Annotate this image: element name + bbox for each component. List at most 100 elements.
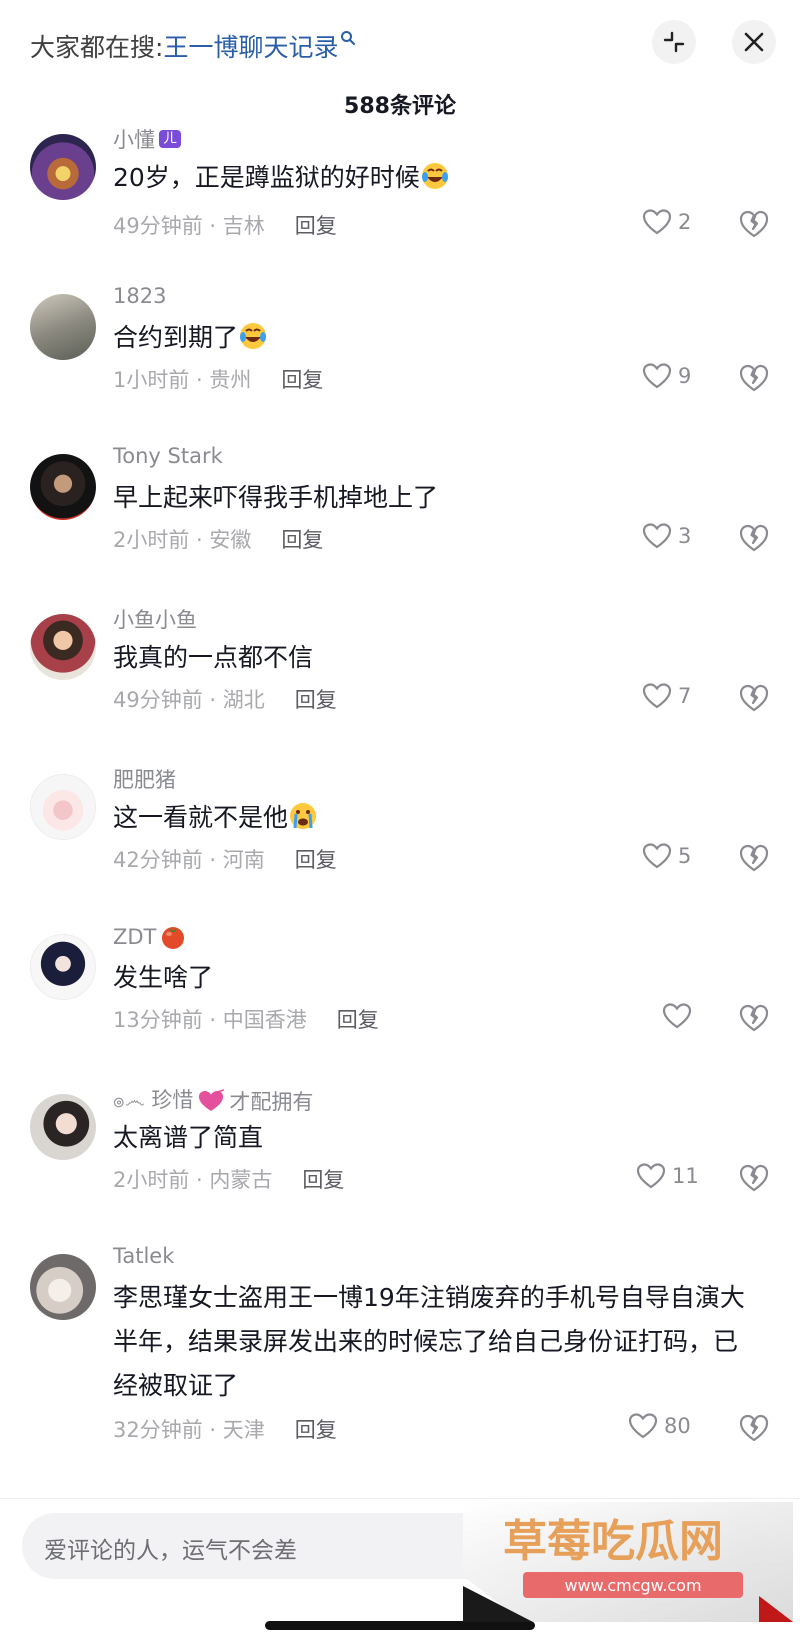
comment-text: 合约到期了 [113,316,753,360]
heart-icon [642,683,672,709]
comment-text: 这一看就不是他 [113,796,753,840]
comment-text: 发生啥了 [113,963,214,992]
crying-face-emoji-icon [290,803,317,829]
comment-count: 588条评论 [344,94,456,119]
comment-item: Tony Stark 早上起来吓得我手机掉地上了 2小时前 · 安徽 回复 3 [0,444,800,608]
broken-heart-icon[interactable] [738,1412,770,1444]
reply-button[interactable]: 回复 [295,1418,337,1442]
like-button[interactable]: 11 [636,1162,699,1190]
reply-button[interactable]: 回复 [295,688,337,712]
avatar[interactable] [30,134,96,200]
avatar[interactable] [30,454,96,520]
like-button[interactable]: 7 [642,682,691,710]
like-count: 3 [678,524,692,548]
comment-item: ၜ෴ 珍惜 才配拥有 太离谱了简直 2小时前 · 内蒙古 回复 11 [0,1088,800,1248]
like-button[interactable] [662,1002,692,1030]
search-query-link[interactable]: 王一博聊天记录 [163,33,338,62]
heart-emoji-icon [199,1089,225,1111]
search-icon [341,31,356,45]
laugh-cry-emoji-icon [240,323,267,349]
heart-icon [662,1003,692,1029]
user-badge: ㄦ [159,130,181,148]
comment-meta: 1小时前 · 贵州 回复 [113,368,324,392]
username[interactable]: ၜ෴ 珍惜 才配拥有 [113,1084,313,1118]
comment-meta: 49分钟前 · 湖北 回复 [113,688,337,712]
broken-heart-icon[interactable] [738,842,770,874]
broken-heart-icon[interactable] [738,682,770,714]
avatar[interactable] [30,614,96,680]
comment-item: 小鱼小鱼 我真的一点都不信 49分钟前 · 湖北 回复 7 [0,608,800,768]
comment-item: ZDT 发生啥了 13分钟前 · 中国香港 回复 [0,925,800,1088]
like-count: 7 [678,684,692,708]
broken-heart-icon[interactable] [738,362,770,394]
comment-text: 20岁，正是蹲监狱的好时候 [113,156,753,200]
close-icon [744,32,764,52]
broken-heart-icon[interactable] [738,1162,770,1194]
like-count: 9 [678,364,692,388]
comment-list[interactable]: 小懂 ㄦ 20岁，正是蹲监狱的好时候 49分钟前 · 吉林 回复 2 1823 合… [0,128,800,1498]
like-button[interactable]: 80 [628,1412,691,1440]
like-button[interactable]: 3 [642,522,691,550]
comment-meta: 32分钟前 · 天津 回复 [113,1418,337,1442]
comment-meta: 13分钟前 · 中国香港 回复 [113,1008,379,1032]
username[interactable]: 小鱼小鱼 [113,604,197,634]
broken-heart-icon[interactable] [738,1002,770,1034]
comment-item: 1823 合约到期了 1小时前 · 贵州 回复 9 [0,284,800,448]
reply-button[interactable]: 回复 [337,1008,379,1032]
reply-button[interactable]: 回复 [281,368,323,392]
comment-meta: 49分钟前 · 吉林 回复 [113,214,337,238]
broken-heart-icon[interactable] [738,522,770,554]
heart-icon [628,1413,658,1439]
avatar[interactable] [30,774,96,840]
like-button[interactable]: 2 [642,208,691,236]
avatar[interactable] [30,934,96,1000]
comment-text: 太离谱了简直 [113,1123,264,1152]
username[interactable]: 小懂 ㄦ [113,128,181,154]
comments-header: 大家都在搜:王一博聊天记录 588条评论 [0,0,800,128]
heart-icon [636,1163,666,1189]
reply-button[interactable]: 回复 [302,1168,344,1192]
collapse-icon [663,31,685,53]
like-count: 2 [678,210,692,234]
avatar[interactable] [30,294,96,360]
like-button[interactable]: 5 [642,842,691,870]
like-count: 11 [672,1164,699,1188]
username[interactable]: 1823 [113,284,166,308]
watermark-url: www.cmcgw.com [564,1576,701,1595]
search-prefix: 大家都在搜: [30,33,164,62]
watermark-logo: 草莓吃瓜网 www.cmcgw.com [463,1502,793,1622]
reply-button[interactable]: 回复 [295,214,337,238]
username[interactable]: 肥肥猪 [113,764,176,794]
like-count: 80 [664,1414,691,1438]
comment-item: Tatlek 李思瑾女士盗用王一博19年注销废弃的手机号自导自演大半年，结果录屏… [0,1244,800,1498]
comment-item: 小懂 ㄦ 20岁，正是蹲监狱的好时候 49分钟前 · 吉林 回复 2 [0,128,800,288]
username[interactable]: ZDT [113,924,186,950]
heart-icon [642,209,672,235]
search-suggestion[interactable]: 大家都在搜:王一博聊天记录 [30,28,356,64]
collapse-button[interactable] [652,20,696,64]
heart-icon [642,523,672,549]
avatar[interactable] [30,1254,96,1320]
like-count: 5 [678,844,692,868]
heart-icon [642,363,672,389]
comment-input-placeholder: 爱评论的人，运气不会差 [44,1538,297,1564]
username[interactable]: Tatlek [113,1244,174,1268]
comment-meta: 2小时前 · 内蒙古 回复 [113,1168,345,1192]
reply-button[interactable]: 回复 [295,848,337,872]
comment-item: 肥肥猪 这一看就不是他 42分钟前 · 河南 回复 5 [0,768,800,928]
username[interactable]: Tony Stark [113,444,223,468]
tomato-emoji-icon [162,927,185,949]
avatar[interactable] [30,1094,96,1160]
comment-meta: 42分钟前 · 河南 回复 [113,848,337,872]
heart-icon [642,843,672,869]
like-button[interactable]: 9 [642,362,691,390]
close-button[interactable] [732,20,776,64]
home-indicator[interactable] [265,1621,535,1630]
comment-text: 我真的一点都不信 [113,643,314,672]
comment-text: 李思瑾女士盗用王一博19年注销废弃的手机号自导自演大半年，结果录屏发出来的时候忘… [113,1283,745,1400]
reply-button[interactable]: 回复 [281,528,323,552]
watermark-title: 草莓吃瓜网 [503,1516,723,1567]
comment-meta: 2小时前 · 安徽 回复 [113,528,324,552]
laugh-cry-emoji-icon [421,163,448,189]
broken-heart-icon[interactable] [738,208,770,240]
